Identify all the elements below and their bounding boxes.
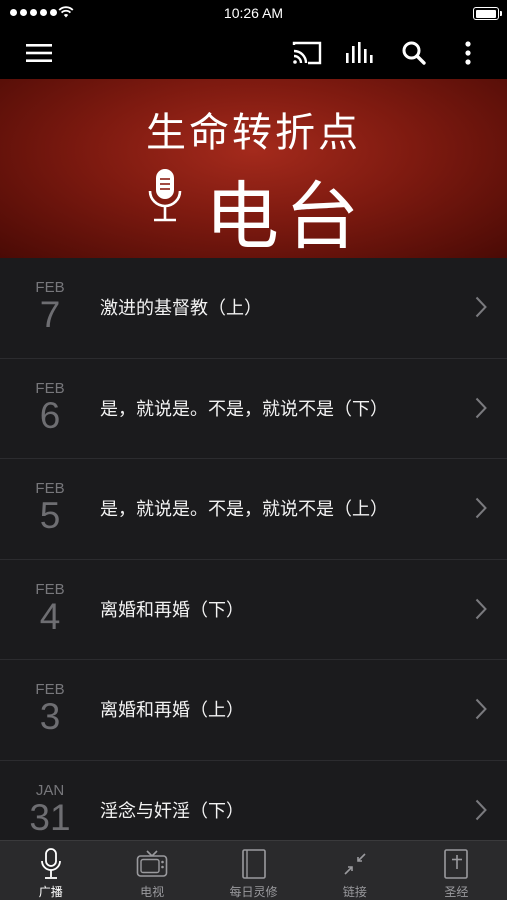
- top-toolbar: [0, 27, 507, 79]
- episode-row[interactable]: JAN 31 淫念与奸淫（下）: [0, 760, 507, 840]
- episode-title: 激进的基督教（上）: [100, 298, 262, 319]
- episode-day: 5: [39, 495, 61, 536]
- tab-tv[interactable]: 电视: [101, 841, 202, 900]
- chevron-right-icon: [475, 397, 487, 418]
- episode-title: 离婚和再婚（下）: [100, 599, 244, 621]
- status-time: 10:26 AM: [223, 5, 284, 21]
- more-vertical-icon[interactable]: [446, 27, 490, 79]
- banner-subtitle: 电台: [205, 174, 365, 260]
- chevron-right-icon: [475, 296, 487, 318]
- tab-bible[interactable]: 圣经: [406, 841, 507, 900]
- battery-icon: [473, 7, 502, 20]
- search-icon[interactable]: [392, 27, 436, 79]
- station-banner: 生命转折点 电台: [0, 79, 507, 260]
- hamburger-menu-icon[interactable]: [17, 27, 61, 79]
- episode-day: 6: [39, 394, 61, 436]
- tab-label: 广播: [38, 885, 63, 899]
- banner-title: 生命转折点: [146, 110, 361, 156]
- tv-icon: [136, 850, 168, 877]
- episode-row[interactable]: FEB 7 激进的基督教（上）: [0, 258, 507, 359]
- audio-levels-icon[interactable]: [338, 27, 382, 79]
- episode-day: 4: [39, 595, 61, 637]
- episode-day: 31: [29, 796, 71, 838]
- tab-label: 电视: [140, 885, 165, 899]
- microphone-icon: [40, 848, 61, 879]
- episode-title: 离婚和再婚（上）: [100, 700, 244, 721]
- tab-links[interactable]: 链接: [304, 841, 405, 900]
- chevron-right-icon: [475, 698, 487, 720]
- tab-radio[interactable]: 广播: [0, 841, 101, 900]
- episode-day: 7: [39, 294, 61, 335]
- episode-title: 淫念与奸淫（下）: [100, 800, 244, 822]
- tab-daily-devotional[interactable]: 每日灵修: [203, 841, 304, 900]
- chevron-right-icon: [475, 598, 487, 619]
- chevron-right-icon: [475, 497, 487, 519]
- episode-row[interactable]: FEB 4 离婚和再婚（下）: [0, 559, 507, 660]
- episode-row[interactable]: FEB 3 离婚和再婚（上）: [0, 660, 507, 761]
- episode-row[interactable]: FEB 6 是，就说是。不是，就说不是（下）: [0, 358, 507, 459]
- episode-title: 是，就说是。不是，就说不是（下）: [100, 398, 388, 420]
- episode-day: 3: [39, 696, 61, 737]
- chevron-right-icon: [475, 799, 487, 820]
- status-bar: 10:26 AM: [0, 0, 507, 27]
- tab-label: 每日灵修: [229, 885, 278, 899]
- episode-row[interactable]: FEB 5 是，就说是。不是，就说不是（上）: [0, 459, 507, 560]
- book-icon: [241, 849, 266, 879]
- episode-title: 是，就说是。不是，就说不是（上）: [100, 499, 388, 520]
- link-icon: [344, 853, 366, 875]
- tab-label: 圣经: [444, 885, 469, 899]
- tab-label: 链接: [342, 885, 367, 899]
- episode-list: FEB 7 激进的基督教（上） FEB 6 是，就说是。不是，就说不是（下） F…: [0, 258, 507, 840]
- bottom-tab-bar: 广播 电视 每日灵修 链接 圣经: [0, 840, 507, 900]
- microphone-icon: [148, 169, 182, 222]
- bible-icon: [444, 849, 469, 879]
- cast-icon[interactable]: [285, 27, 329, 79]
